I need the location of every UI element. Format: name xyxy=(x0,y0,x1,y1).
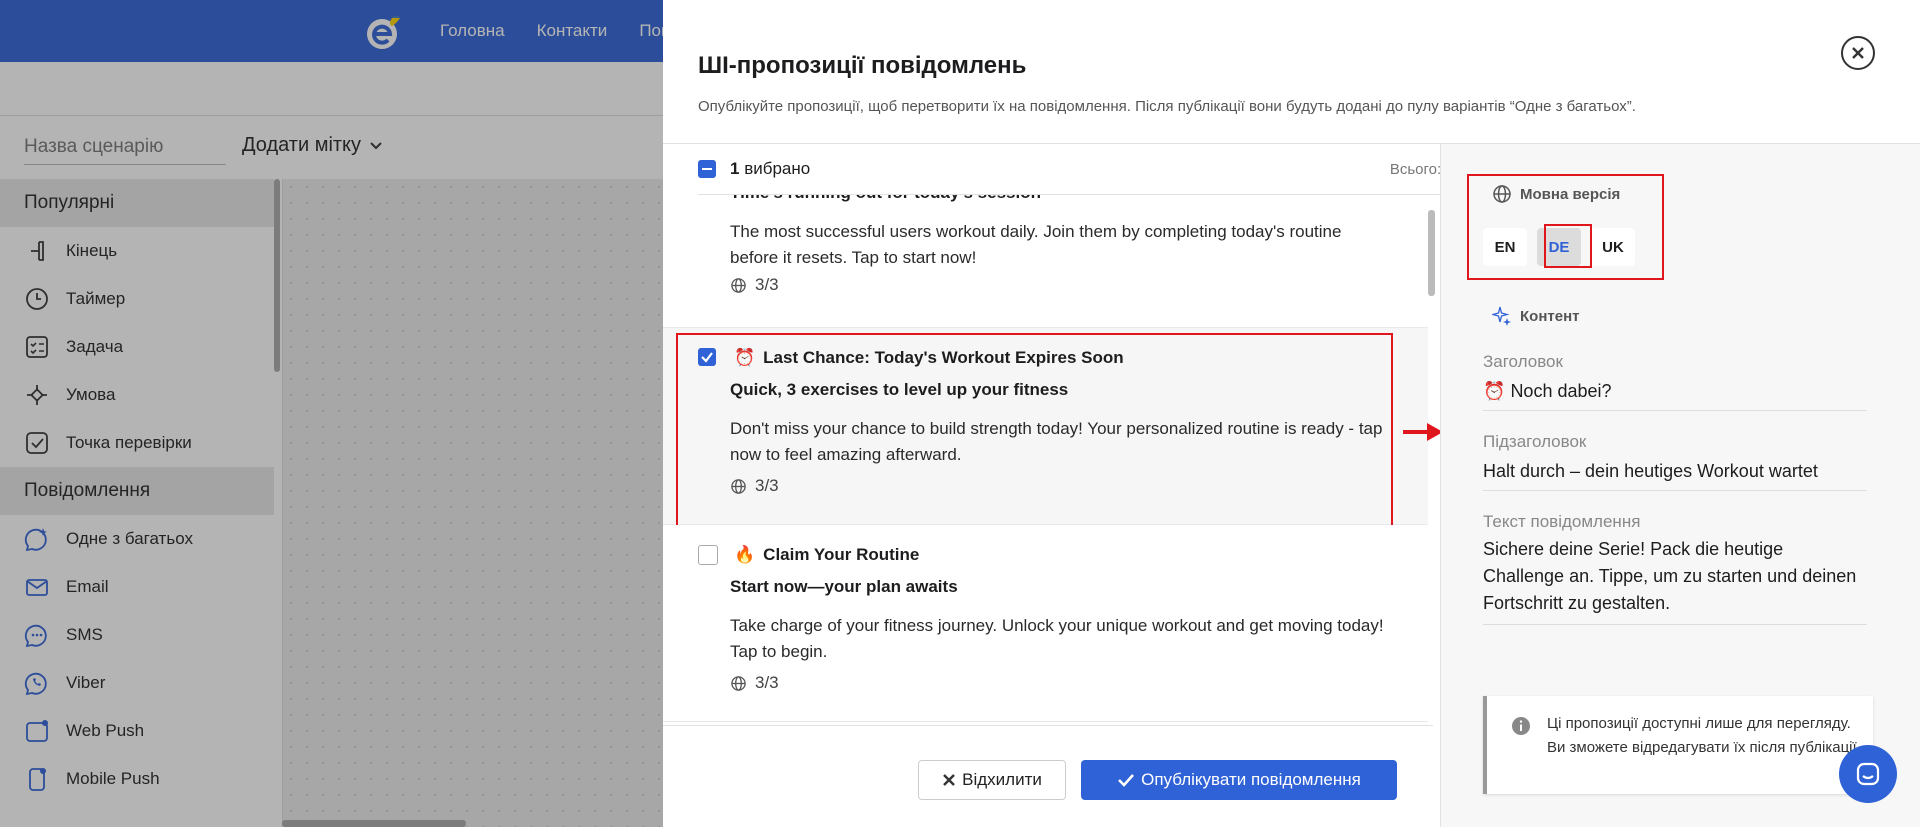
close-button[interactable] xyxy=(1841,36,1875,70)
content-label: Контент xyxy=(1492,306,1579,326)
check-icon xyxy=(1118,774,1135,787)
ai-suggestions-modal: ШІ-пропозиції повідомлень Опублікуйте пр… xyxy=(663,0,1920,827)
suggestion-subtitle: Start now—your plan awaits xyxy=(730,577,958,596)
suggestion-body: Don't miss your chance to build strength… xyxy=(730,419,1383,464)
chat-icon xyxy=(1856,762,1880,786)
reject-button[interactable]: Відхилити xyxy=(918,760,1066,800)
list-scrollbar[interactable] xyxy=(1428,210,1435,296)
modal-title: ШІ-пропозиції повідомлень xyxy=(698,52,1027,79)
fire-icon: 🔥 xyxy=(734,545,756,564)
suggestion-checkbox[interactable] xyxy=(698,545,718,565)
suggestion-card[interactable]: 🔥 Claim Your Routine Start now—your plan… xyxy=(663,525,1428,722)
footer-divider xyxy=(663,725,1433,726)
suggestion-title: Last Chance: Today's Workout Expires Soo… xyxy=(763,348,1124,367)
heading-value: ⏰ Noch dabei? xyxy=(1483,381,1612,401)
field-divider xyxy=(1483,490,1867,491)
sparkle-icon xyxy=(1492,306,1511,326)
close-icon xyxy=(1852,47,1864,59)
suggestion-lang-count: 3/3 xyxy=(730,673,779,693)
alarm-clock-icon: ⏰ xyxy=(1483,381,1506,401)
suggestion-title: Time's running out for today's session xyxy=(730,195,1041,203)
publish-messages-button[interactable]: Опублікувати повідомлення xyxy=(1081,760,1397,800)
red-arrow-annotation xyxy=(1403,423,1443,441)
heading-label: Заголовок xyxy=(1483,352,1563,371)
globe-icon xyxy=(731,277,746,293)
alarm-clock-icon: ⏰ xyxy=(734,348,756,367)
selected-count: 1 вибрано xyxy=(730,159,811,178)
read-only-info-box: Ці пропозиції доступні лише для перегляд… xyxy=(1483,696,1873,794)
subheading-label: Підзаголовок xyxy=(1483,432,1587,451)
info-text: Ці пропозиції доступні лише для перегляд… xyxy=(1547,715,1861,756)
suggestion-lang-count: 3/3 xyxy=(730,275,779,295)
globe-icon xyxy=(1493,185,1511,203)
field-divider xyxy=(1483,624,1867,625)
select-all-checkbox[interactable] xyxy=(698,160,716,178)
info-icon xyxy=(1512,717,1530,735)
suggestion-body: Take charge of your fitness journey. Unl… xyxy=(730,616,1384,661)
message-text-label: Текст повідомлення xyxy=(1483,512,1641,531)
modal-subtitle: Опублікуйте пропозиції, щоб перетворити … xyxy=(698,98,1636,115)
lang-button-en[interactable]: EN xyxy=(1483,228,1527,266)
suggestion-preview-panel: Мовна версія EN DE UK Контент Заголовок … xyxy=(1440,144,1920,827)
close-icon xyxy=(943,774,955,786)
lang-button-de[interactable]: DE xyxy=(1537,228,1581,266)
suggestion-title: Claim Your Routine xyxy=(763,545,920,564)
message-text-value: Sichere deine Serie! Pack die heutige Ch… xyxy=(1483,539,1857,613)
suggestion-checkbox-checked[interactable] xyxy=(698,348,716,366)
field-divider xyxy=(1483,410,1867,411)
globe-icon xyxy=(731,675,746,691)
suggestions-list-header: 1 вибрано Всього: 20 xyxy=(698,144,1462,195)
suggestion-subtitle: Quick, 3 exercises to level up your fitn… xyxy=(730,380,1069,399)
suggestion-card-selected[interactable]: ⏰ Last Chance: Today's Workout Expires S… xyxy=(663,328,1428,525)
language-version-label: Мовна версія xyxy=(1492,184,1620,204)
subheading-value: Halt durch – dein heutiges Workout warte… xyxy=(1483,461,1818,481)
language-switcher: EN DE UK xyxy=(1483,228,1635,266)
globe-icon xyxy=(731,478,746,494)
support-chat-button[interactable] xyxy=(1839,745,1897,803)
modal-backdrop[interactable] xyxy=(0,0,663,827)
suggestion-body: The most successful users workout daily.… xyxy=(730,222,1342,267)
suggestion-card[interactable]: Time's running out for today's session T… xyxy=(663,195,1428,328)
suggestion-lang-count: 3/3 xyxy=(730,476,779,496)
lang-button-uk[interactable]: UK xyxy=(1591,228,1635,266)
check-icon xyxy=(701,352,713,363)
